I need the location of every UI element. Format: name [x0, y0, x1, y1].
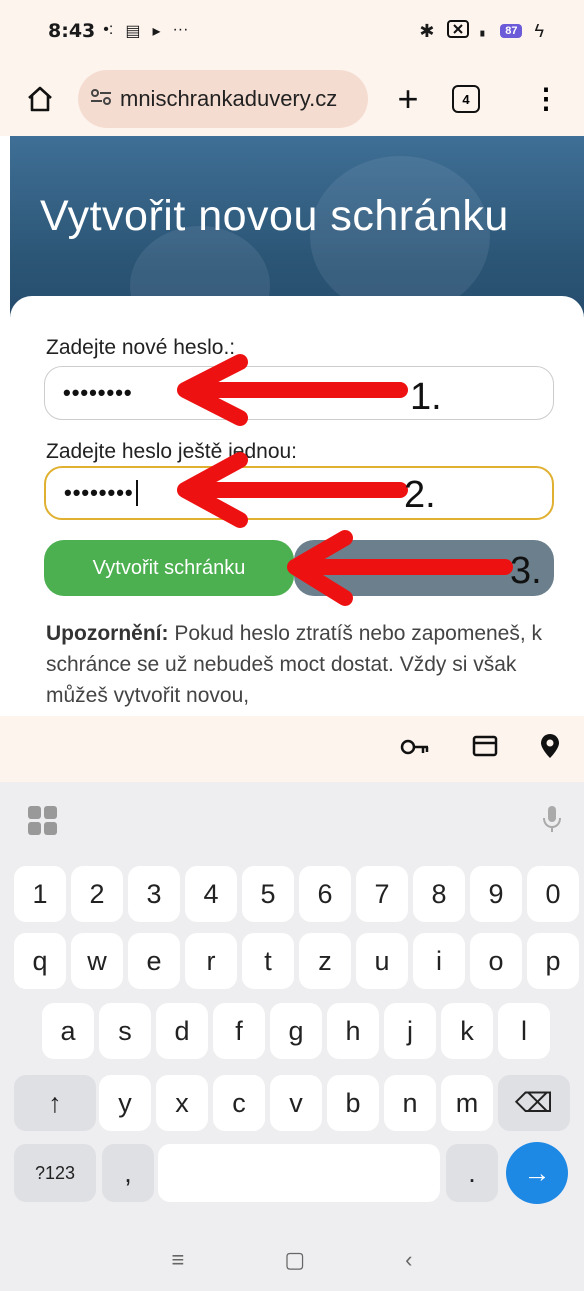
backspace-key[interactable]: ⌫ — [498, 1075, 570, 1131]
browser-menu-button[interactable]: ⋮ — [532, 85, 560, 113]
key-icon[interactable] — [400, 735, 430, 763]
space-key[interactable] — [158, 1144, 440, 1202]
key-f[interactable]: f — [213, 1003, 265, 1059]
key-5[interactable]: 5 — [242, 866, 294, 922]
form-card: Zadejte nové heslo.: •••••••• Zadejte he… — [10, 296, 584, 716]
signal-dots-icon: •: — [103, 21, 114, 38]
bluetooth-icon: ✱ — [419, 20, 435, 41]
home-button[interactable] — [22, 81, 58, 117]
confirm-password-label: Zadejte heslo ještě jednou: — [46, 440, 298, 463]
on-screen-keyboard: 1 2 3 4 5 6 7 8 9 0 q w e r t z u i o p … — [0, 782, 584, 1291]
back-button[interactable]: ‹ — [405, 1247, 412, 1273]
key-g[interactable]: g — [270, 1003, 322, 1059]
confirm-password-field[interactable]: •••••••• — [44, 466, 554, 520]
create-mailbox-button-label: Vytvořit schránku — [92, 556, 246, 579]
key-b[interactable]: b — [327, 1075, 379, 1131]
confirm-password-field-value: •••••••• — [64, 480, 134, 505]
key-m[interactable]: m — [441, 1075, 493, 1131]
comma-key[interactable]: , — [102, 1144, 154, 1202]
key-l[interactable]: l — [498, 1003, 550, 1059]
key-y[interactable]: y — [99, 1075, 151, 1131]
shift-key[interactable]: ↑ — [14, 1075, 96, 1131]
play-icon: ▸ — [152, 23, 161, 40]
key-r[interactable]: r — [185, 933, 237, 989]
status-right-icons: ✱ ▖ 87 ϟ — [419, 19, 544, 43]
key-x[interactable]: x — [156, 1075, 208, 1131]
location-icon[interactable] — [540, 733, 560, 766]
key-1[interactable]: 1 — [14, 866, 66, 922]
status-bar: 8:43 •: ▤ ▸ ··· ✱ ▖ 87 ϟ — [0, 0, 584, 62]
key-v[interactable]: v — [270, 1075, 322, 1131]
key-3[interactable]: 3 — [128, 866, 180, 922]
url-text: mnischrankaduvery.cz — [120, 86, 338, 111]
key-i[interactable]: i — [413, 933, 465, 989]
more-icon: ··· — [172, 21, 189, 38]
symbols-key[interactable]: ?123 — [14, 1144, 96, 1202]
key-k[interactable]: k — [441, 1003, 493, 1059]
password-field-value: •••••••• — [63, 380, 133, 405]
annotation-label-3: 3. — [510, 550, 542, 592]
key-a[interactable]: a — [42, 1003, 94, 1059]
battery-indicator: 87 — [500, 24, 523, 38]
key-n[interactable]: n — [384, 1075, 436, 1131]
key-h[interactable]: h — [327, 1003, 379, 1059]
key-o[interactable]: o — [470, 933, 522, 989]
key-6[interactable]: 6 — [299, 866, 351, 922]
password-label: Zadejte nové heslo.: — [46, 336, 236, 359]
home-icon — [28, 86, 52, 112]
annotation-label-2: 2. — [404, 474, 436, 516]
warning-notice: Upozornění: Pokud heslo ztratíš nebo zap… — [46, 618, 556, 711]
status-left-icons: •: ▤ ▸ ··· — [103, 21, 188, 41]
key-0[interactable]: 0 — [527, 866, 579, 922]
page-title: Vytvořit novou schránku — [40, 192, 509, 240]
key-2[interactable]: 2 — [71, 866, 123, 922]
autofill-bar — [0, 716, 584, 782]
key-s[interactable]: s — [99, 1003, 151, 1059]
cancel-button-label: Zrušit — [399, 556, 449, 579]
annotation-label-1: 1. — [410, 376, 442, 418]
key-z[interactable]: z — [299, 933, 351, 989]
tab-switcher-button[interactable]: 4 — [452, 85, 480, 113]
key-8[interactable]: 8 — [413, 866, 465, 922]
recents-button[interactable]: ≡ — [172, 1247, 185, 1273]
charging-icon: ϟ — [534, 20, 544, 41]
browser-toolbar: mnischrankaduvery.cz + 4 ⋮ — [0, 62, 584, 136]
key-q[interactable]: q — [14, 933, 66, 989]
key-c[interactable]: c — [213, 1075, 265, 1131]
text-caret — [135, 480, 138, 506]
calendar-icon: ▤ — [125, 23, 141, 40]
key-4[interactable]: 4 — [185, 866, 237, 922]
keyboard-apps-icon[interactable] — [28, 806, 60, 838]
site-settings-icon[interactable] — [90, 88, 112, 111]
create-mailbox-button[interactable]: Vytvořit schránku — [44, 540, 294, 596]
period-key[interactable]: . — [446, 1144, 498, 1202]
new-tab-button[interactable]: + — [388, 78, 428, 120]
keyboard-top-bar — [0, 782, 584, 862]
key-e[interactable]: e — [128, 933, 180, 989]
key-p[interactable]: p — [527, 933, 579, 989]
card-icon[interactable] — [472, 735, 498, 764]
key-j[interactable]: j — [384, 1003, 436, 1059]
warning-notice-title: Upozornění: — [46, 622, 169, 645]
key-u[interactable]: u — [356, 933, 408, 989]
home-nav-button[interactable]: ▢ — [284, 1247, 305, 1273]
microphone-icon[interactable] — [542, 804, 562, 841]
vibrate-icon — [446, 19, 469, 43]
key-d[interactable]: d — [156, 1003, 208, 1059]
key-t[interactable]: t — [242, 933, 294, 989]
system-nav-bar: ≡ ▢ ‹ — [0, 1228, 584, 1291]
password-field[interactable]: •••••••• — [44, 366, 554, 420]
status-time: 8:43 — [48, 20, 96, 42]
key-w[interactable]: w — [71, 933, 123, 989]
enter-key[interactable]: → — [506, 1142, 568, 1204]
url-bar[interactable]: mnischrankaduvery.cz — [78, 70, 368, 128]
key-7[interactable]: 7 — [356, 866, 408, 922]
key-9[interactable]: 9 — [470, 866, 522, 922]
wifi-icon: ▖ — [480, 25, 489, 37]
